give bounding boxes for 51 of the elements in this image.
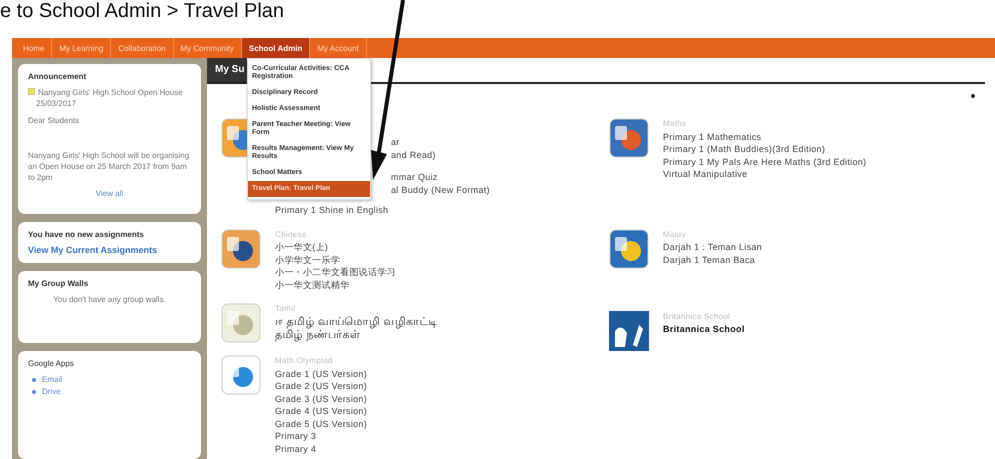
subject-heading: Maths [663,118,688,130]
resource-link[interactable]: 小学华文一乐学 [275,254,396,266]
resource-link[interactable]: Primary 4 [275,442,368,455]
resource-link[interactable]: Britannica School [663,323,745,336]
announcement-date: 25/03/2017 [35,98,78,109]
resource-link[interactable]: தமிழ் நண்பர்கள் [275,328,438,342]
subject-heading: Tamil [275,303,296,315]
book-cover-icon [609,228,649,268]
resource-link[interactable]: Primary 1 My Pals Are Here Maths (3rd Edition) [663,156,866,168]
resource-link[interactable]: Virtual Manipulative [663,168,866,180]
resource-link[interactable]: ஈ தமிழ் வாய்மொழி வழிகாட்டி [275,316,438,328]
resource-link[interactable]: 小一华文测试精华 [275,278,396,291]
announcement-headline: Nanyang Girls' High School Open House [38,87,183,98]
card-title: Announcement [28,72,88,81]
assignments-link[interactable]: View My Current Assignments [28,245,158,255]
announcement-greeting: Dear Students [28,115,80,126]
resource-link[interactable]: Darjah 1 Teman Baca [663,254,762,266]
caption-text: e to School Admin > Travel Plan [0,0,286,22]
book-cover-icon [221,303,261,343]
resource-link[interactable]: Primary 1 (Math Buddies)(3rd Edition) [663,143,866,156]
card-title: My Group Walls [28,279,90,288]
card-title: Google Apps [28,359,75,368]
app-link[interactable]: Email [42,374,62,386]
resource-link[interactable]: Primary 1 Shine in English [275,204,490,216]
resource-link[interactable]: Grade 3 (US Version) [275,392,368,405]
resource-link[interactable]: Grade 4 (US Version) [275,405,368,418]
app-link[interactable]: Drive [42,386,61,398]
book-cover-icon [609,118,649,158]
view-all-link[interactable]: View all [28,189,191,198]
card-title: You have no new assignments [28,230,145,239]
resource-link[interactable]: Grade 5 (US Version) [275,418,368,430]
resource-link[interactable]: Grade 2 (US Version) [275,380,368,392]
resource-link[interactable]: 小一华文(上) [275,241,396,254]
book-cover-icon [221,355,261,395]
announcement-text: Nanyang Girls' High School will be organising an Open House on 25 March 2017 from 9am to 2pm [28,150,190,183]
bullet-icon [32,390,36,394]
book-cover-icon [221,228,261,268]
bullet-icon [32,378,36,382]
resource-link[interactable]: Grade 1 (US Version) [275,368,368,380]
subject-heading: Britannica School [663,310,732,322]
note-icon [28,88,35,95]
subject-heading: Chinese [275,228,308,240]
resource-link[interactable]: 小一・小二华文看图说话学习 [275,266,396,278]
resource-link[interactable]: Primary 3 [275,430,368,442]
nav-tab[interactable]: School Admin [242,38,310,58]
resource-link[interactable]: Primary 1 Mathematics [663,130,866,143]
subject-heading: Malay [663,228,687,241]
subject-heading: Math Olympiad [275,355,334,367]
dot-icon [971,94,975,98]
group-walls-message: You don't have any group walls. [52,294,167,305]
resource-link[interactable]: Darjah 1 : Teman Lisan [663,241,762,254]
